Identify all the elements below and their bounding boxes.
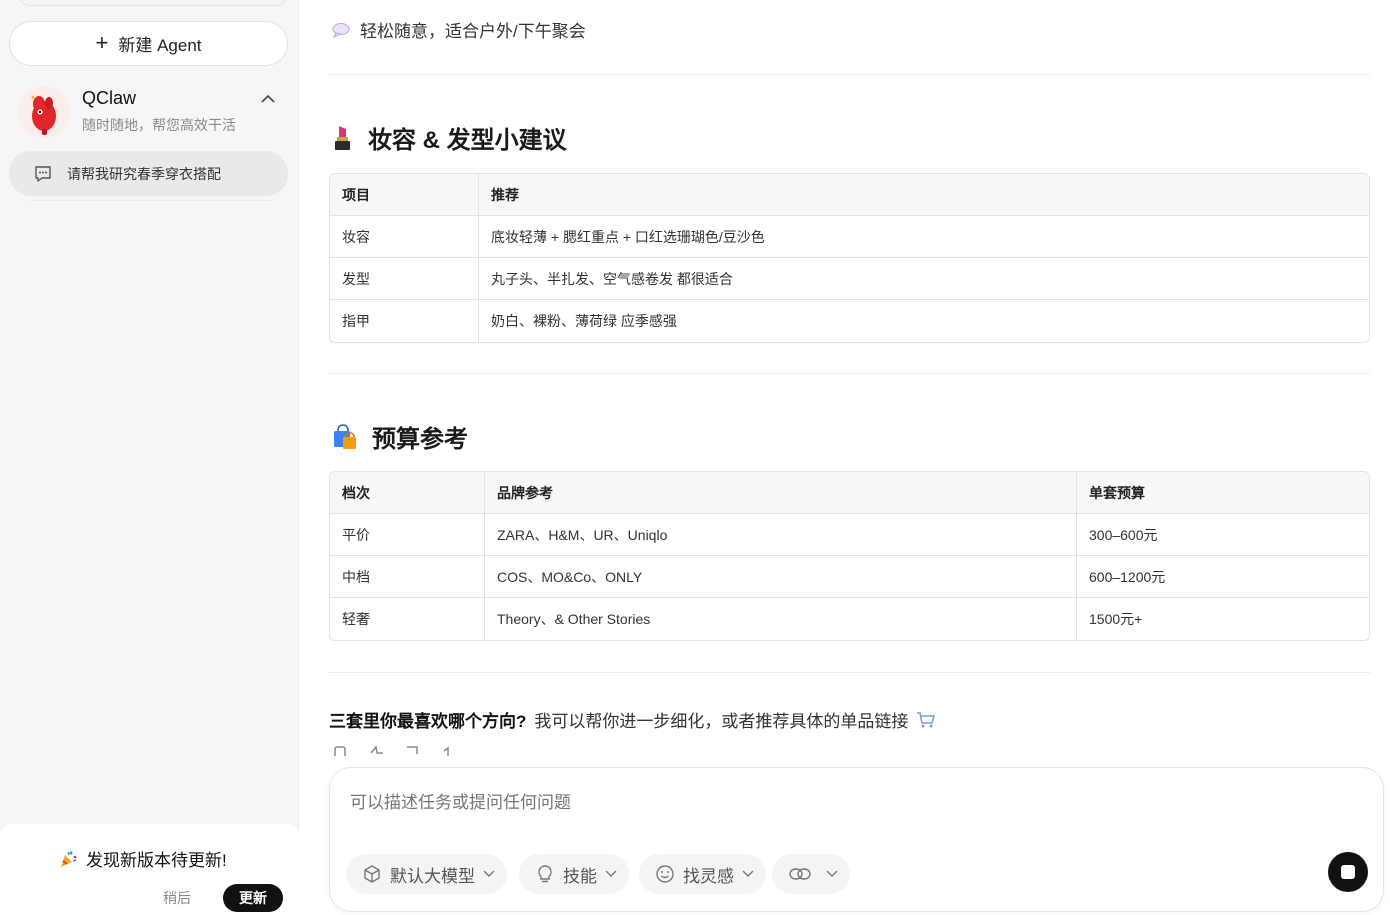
message-actions (332, 744, 472, 756)
sidebar-top-item[interactable] (18, 0, 288, 6)
lobster-avatar-icon (18, 86, 70, 138)
link-selector[interactable] (772, 854, 850, 894)
closing-message: 三套里你最喜欢哪个方向? 我可以帮你进一步细化，或者推荐具体的单品链接 (329, 707, 936, 732)
lightbulb-icon (538, 865, 552, 883)
table-cell: 奶白、裸粉、薄荷绿 应季感强 (478, 300, 1369, 342)
table-cell: 600–1200元 (1076, 556, 1369, 598)
budget-table: 档次 品牌参考 单套预算 平价 ZARA、H&M、UR、Uniqlo 300–6… (329, 471, 1370, 641)
divider (329, 74, 1370, 75)
table-cell: Theory、& Other Stories (484, 598, 1076, 640)
closing-question: 三套里你最喜欢哪个方向? (329, 712, 527, 731)
chevron-down-icon (826, 870, 838, 877)
stop-button[interactable] (1328, 852, 1368, 892)
agent-name: QClaw (82, 88, 137, 108)
party-popper-icon (61, 851, 77, 867)
table-header-row: 项目 推荐 (330, 174, 1369, 216)
cube-icon (364, 865, 380, 883)
later-button[interactable]: 稍后 (163, 888, 191, 908)
table-row: 中档 COS、MO&Co、ONLY 600–1200元 (330, 556, 1369, 598)
table-row: 妆容 底妆轻薄 + 腮红重点 + 口红选珊瑚色/豆沙色 (330, 216, 1369, 258)
table-cell: 中档 (330, 556, 484, 598)
table-header-cell: 品牌参考 (484, 472, 1076, 514)
table-header-cell: 项目 (330, 174, 478, 216)
chevron-down-icon (742, 870, 754, 877)
table-header-cell: 推荐 (478, 174, 1369, 216)
agent-card[interactable]: QClaw 随时随地，帮您高效干活 (9, 80, 288, 144)
speech-balloon-icon (332, 22, 350, 38)
table-header-row: 档次 品牌参考 单套预算 (330, 472, 1369, 514)
copy-icon[interactable] (332, 744, 350, 756)
update-panel: 发现新版本待更新! 稍后 更新 (0, 824, 299, 915)
divider (329, 373, 1370, 374)
sidebar-chat-item[interactable]: 请帮我研究春季穿衣搭配 (9, 151, 288, 196)
table-cell: 1500元+ (1076, 598, 1369, 640)
chevron-down-icon (483, 870, 495, 877)
sidebar: + 新建 Agent QClaw 随时随地，帮您高效干活 请帮我研究春季穿衣搭配… (0, 0, 299, 915)
update-title-text: 发现新版本待更新! (86, 851, 227, 870)
makeup-table: 项目 推荐 妆容 底妆轻薄 + 腮红重点 + 口红选珊瑚色/豆沙色 发型 丸子头… (329, 173, 1370, 343)
section-title-budget: 预算参考 (332, 419, 468, 454)
inspiration-selector-label: 找灵感 (683, 866, 734, 886)
table-cell: 指甲 (342, 313, 370, 329)
table-cell: 妆容 (330, 216, 478, 258)
new-agent-label: 新建 Agent (118, 36, 202, 55)
closing-text: 我可以帮你进一步细化，或者推荐具体的单品链接 (534, 712, 909, 731)
model-selector[interactable]: 默认大模型 (346, 854, 507, 894)
chat-bubble-icon (35, 165, 51, 182)
section-title-makeup: 妆容 & 发型小建议 (332, 120, 567, 155)
new-agent-button[interactable]: + 新建 Agent (9, 21, 288, 66)
message-input[interactable] (350, 793, 1250, 813)
skills-selector-label: 技能 (563, 866, 597, 886)
smiley-icon (656, 865, 674, 883)
stop-icon (1341, 865, 1355, 879)
inspiration-selector[interactable]: 找灵感 (639, 854, 766, 894)
agent-avatar (18, 86, 70, 138)
table-cell: 轻奢 (342, 611, 370, 627)
section-title-budget-text: 预算参考 (372, 426, 468, 453)
table-cell: 发型 (330, 258, 478, 300)
table-row: 指甲 奶白、裸粉、薄荷绿 应季感强 (330, 300, 1369, 342)
update-title: 发现新版本待更新! (58, 846, 227, 871)
agent-subtitle: 随时随地，帮您高效干活 (82, 117, 236, 133)
table-cell: ZARA、H&M、UR、Uniqlo (484, 514, 1076, 556)
table-cell: 300–600元 (1076, 514, 1369, 556)
chevron-down-icon (605, 870, 617, 877)
table-cell: 丸子头、半扎发、空气感卷发 都很适合 (478, 258, 1369, 300)
shopping-cart-icon (917, 711, 936, 727)
link-icon (789, 868, 811, 880)
table-row: 平价 ZARA、H&M、UR、Uniqlo 300–600元 (330, 514, 1369, 556)
speaker-icon[interactable] (440, 744, 458, 756)
table-header-cell: 单套预算 (1076, 472, 1369, 514)
update-button[interactable]: 更新 (223, 884, 283, 912)
skills-selector[interactable]: 技能 (519, 854, 629, 894)
app-window: + 新建 Agent QClaw 随时随地，帮您高效干活 请帮我研究春季穿衣搭配… (0, 0, 1390, 915)
table-cell: 底妆轻薄 + 腮红重点 + 口红选珊瑚色/豆沙色 (478, 216, 1369, 258)
composer: 默认大模型 技能 找灵感 (329, 767, 1384, 912)
table-row: 轻奢 Theory、& Other Stories 1500元+ (330, 598, 1369, 640)
chat-main: 轻松随意，适合户外/下午聚会 妆容 & 发型小建议 项目 推荐 妆容 底妆轻薄 … (299, 0, 1390, 915)
table-cell: 平价 (330, 514, 484, 556)
divider (30, 200, 270, 201)
table-header-cell: 档次 (330, 472, 484, 514)
lipstick-icon (335, 125, 350, 150)
section-title-makeup-text: 妆容 & 发型小建议 (368, 127, 567, 154)
table-row: 发型 丸子头、半扎发、空气感卷发 都很适合 (330, 258, 1369, 300)
chevron-up-icon (261, 94, 275, 103)
plus-icon: + (95, 29, 109, 55)
table-cell: COS、MO&Co、ONLY (484, 556, 1076, 598)
intro-line-text: 轻松随意，适合户外/下午聚会 (360, 22, 586, 41)
divider (329, 672, 1370, 673)
shopping-bags-icon (334, 423, 356, 449)
thumbs-down-icon[interactable] (404, 744, 422, 756)
collapse-button[interactable] (258, 88, 278, 108)
model-selector-label: 默认大模型 (390, 866, 475, 886)
chat-item-label: 请帮我研究春季穿衣搭配 (67, 165, 221, 182)
intro-line: 轻松随意，适合户外/下午聚会 (332, 17, 586, 42)
thumbs-up-icon[interactable] (368, 744, 386, 756)
